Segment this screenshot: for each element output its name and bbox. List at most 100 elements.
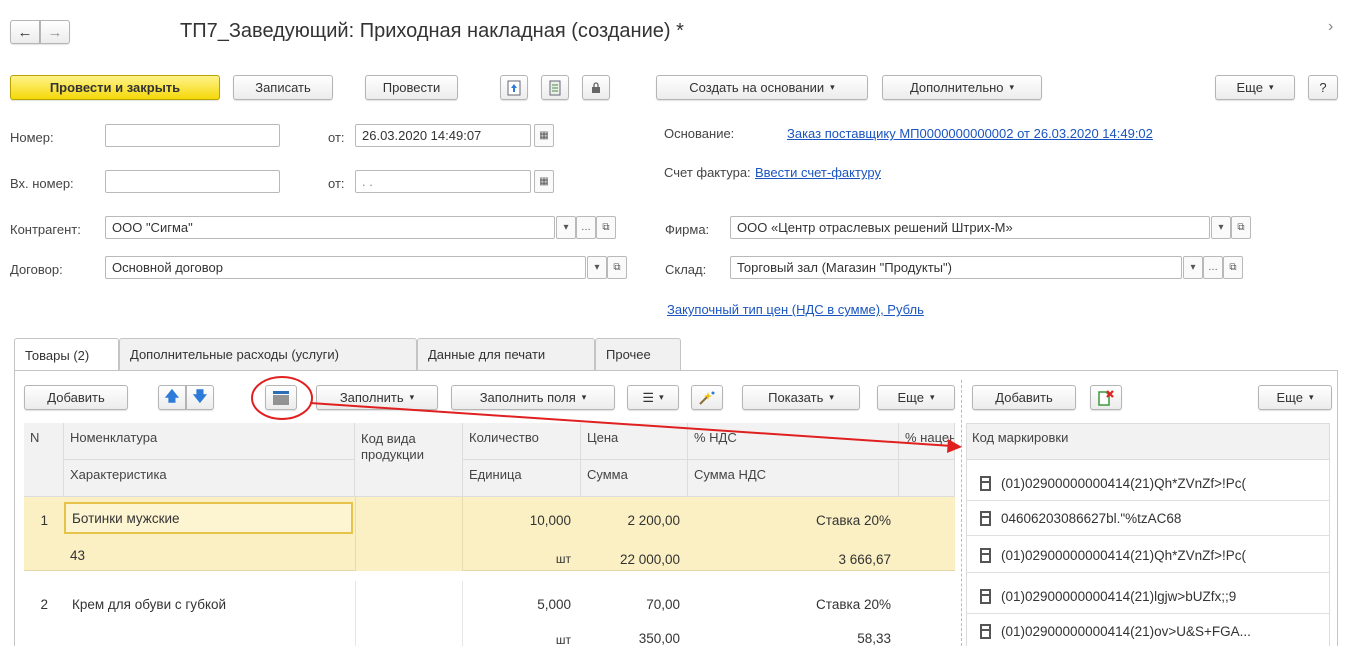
firm-field[interactable]: ООО «Центр отраслевых решений Штрих-М»: [730, 216, 1210, 239]
panel-collapse-icon[interactable]: ›: [1328, 18, 1333, 36]
wizard-button[interactable]: [691, 385, 723, 410]
contract-label: Договор:: [10, 262, 63, 277]
lock-button[interactable]: [582, 75, 610, 100]
goods-more-button[interactable]: Еще ▾: [877, 385, 955, 410]
col-header-markup[interactable]: % наценки: [899, 423, 955, 460]
marking-code-item[interactable]: (01)02900000000414(21)ov>U&S+FGA...: [966, 614, 1330, 646]
clear-marks-button[interactable]: [1090, 385, 1122, 410]
unit-cell[interactable]: шт: [463, 545, 577, 573]
quantity-cell[interactable]: 10,000: [463, 506, 577, 535]
marking-code-text: (01)02900000000414(21)lgjw>bUZfx;;9: [1001, 588, 1237, 604]
contract-open-button[interactable]: ⧉: [607, 256, 627, 279]
price-cell[interactable]: 70,00: [581, 590, 686, 619]
tab-other[interactable]: Прочее: [595, 338, 681, 370]
characteristic-cell[interactable]: 43: [64, 541, 353, 570]
upload-document-button[interactable]: [500, 75, 528, 100]
basis-link[interactable]: Заказ поставщику МП0000000000002 от 26.0…: [787, 126, 1153, 141]
marking-code-item[interactable]: (01)02900000000414(21)lgjw>bUZfx;;9: [966, 579, 1330, 614]
counterparty-dropdown-button[interactable]: ▾: [556, 216, 576, 239]
characteristic-cell[interactable]: [66, 624, 353, 638]
col-header-vat-sum[interactable]: Сумма НДС: [688, 460, 899, 497]
unit-cell[interactable]: шт: [463, 626, 577, 646]
nomenclature-cell[interactable]: Крем для обуви с губкой: [66, 590, 353, 619]
marks-more-button[interactable]: Еще ▾: [1258, 385, 1332, 410]
col-header-kind-code[interactable]: Код вида продукции: [355, 423, 463, 497]
price-cell[interactable]: 2 200,00: [581, 506, 686, 535]
kind-code-cell-1[interactable]: [355, 497, 463, 571]
col-header-quantity[interactable]: Количество: [463, 423, 581, 460]
in-date-field[interactable]: . .: [355, 170, 531, 193]
vat-sum-cell[interactable]: 3 666,67: [688, 545, 897, 574]
help-button[interactable]: ?: [1308, 75, 1338, 100]
fill-button[interactable]: Заполнить ▾: [316, 385, 438, 410]
marking-code-item[interactable]: 04606203086627bl."%tzAC68: [966, 501, 1330, 536]
move-down-button[interactable]: 🡇: [186, 385, 214, 410]
counterparty-open-button[interactable]: ⧉: [596, 216, 616, 239]
counterparty-field[interactable]: ООО "Сигма": [105, 216, 555, 239]
col-header-vat-pct[interactable]: % НДС: [688, 423, 899, 460]
calendar-button[interactable]: ▦: [534, 124, 554, 147]
warehouse-field[interactable]: Торговый зал (Магазин "Продукты"): [730, 256, 1182, 279]
save-button[interactable]: Записать: [233, 75, 333, 100]
sum-cell[interactable]: 350,00: [581, 624, 686, 646]
forward-button[interactable]: →: [40, 20, 70, 44]
col-header-n[interactable]: N: [24, 423, 64, 497]
invoice-link[interactable]: Ввести счет-фактуру: [755, 165, 881, 180]
contract-dropdown-button[interactable]: ▾: [587, 256, 607, 279]
more-button[interactable]: Еще ▾: [1215, 75, 1295, 100]
sum-cell[interactable]: 22 000,00: [581, 545, 686, 574]
chevron-down-icon: ▾: [409, 392, 415, 402]
marking-code-text: 04606203086627bl."%tzAC68: [1001, 510, 1182, 526]
col-header-unit[interactable]: Единица: [463, 460, 581, 497]
post-and-close-button[interactable]: Провести и закрыть: [10, 75, 220, 100]
post-button[interactable]: Провести: [365, 75, 458, 100]
vat-sum-cell[interactable]: 58,33: [688, 624, 897, 646]
show-button[interactable]: Показать ▾: [742, 385, 860, 410]
additional-label: Дополнительно: [909, 80, 1004, 95]
chevron-down-icon: ▾: [829, 392, 834, 402]
marking-code-item[interactable]: (01)02900000000414(21)Qh*ZVnZf>!Pc(: [966, 538, 1330, 573]
marking-code-text: (01)02900000000414(21)Qh*ZVnZf>!Pc(: [1001, 547, 1247, 563]
quantity-cell[interactable]: 5,000: [463, 590, 577, 619]
in-calendar-button[interactable]: ▦: [534, 170, 554, 193]
col-header-price[interactable]: Цена: [581, 423, 688, 460]
price-type-link[interactable]: Закупочный тип цен (НДС в сумме), Рубль: [667, 302, 924, 317]
warehouse-select-button[interactable]: …: [1203, 256, 1223, 279]
fill-fields-button[interactable]: Заполнить поля ▾: [451, 385, 615, 410]
chevron-down-icon: ▾: [929, 392, 935, 402]
tab-goods[interactable]: Товары (2): [14, 338, 119, 371]
contract-field[interactable]: Основной договор: [105, 256, 586, 279]
warehouse-open-button[interactable]: ⧉: [1223, 256, 1243, 279]
counterparty-select-button[interactable]: …: [576, 216, 596, 239]
vat-rate-cell[interactable]: Ставка 20%: [688, 506, 897, 535]
print-list-button[interactable]: [541, 75, 569, 100]
additional-button[interactable]: Дополнительно ▾: [882, 75, 1042, 100]
kind-code-cell-2[interactable]: [355, 581, 463, 646]
firm-dropdown-button[interactable]: ▾: [1211, 216, 1231, 239]
col-header-characteristic[interactable]: Характеристика: [64, 460, 355, 497]
in-number-field[interactable]: [105, 170, 280, 193]
firm-open-button[interactable]: ⧉: [1231, 216, 1251, 239]
add-goods-button[interactable]: Добавить: [24, 385, 128, 410]
arrow-down-icon: 🡇: [192, 387, 208, 404]
add-mark-button[interactable]: Добавить: [972, 385, 1076, 410]
lock-icon: [592, 81, 600, 93]
vat-rate-cell[interactable]: Ставка 20%: [688, 590, 897, 619]
col-header-sum[interactable]: Сумма: [581, 460, 688, 497]
marking-codes-button[interactable]: [265, 385, 297, 410]
tab-additional-expenses[interactable]: Дополнительные расходы (услуги): [119, 338, 417, 370]
panel-splitter[interactable]: [961, 380, 962, 646]
create-based-on-button[interactable]: Создать на основании ▾: [656, 75, 868, 100]
number-field[interactable]: [105, 124, 280, 147]
warehouse-dropdown-button[interactable]: ▾: [1183, 256, 1203, 279]
tab-print-data[interactable]: Данные для печати: [417, 338, 595, 370]
back-button[interactable]: ←: [10, 20, 40, 44]
move-up-button[interactable]: 🡅: [158, 385, 186, 410]
chevron-down-icon: ▾: [581, 392, 587, 402]
marking-code-item[interactable]: (01)02900000000414(21)Qh*ZVnZf>!Pc(: [966, 466, 1330, 501]
nomenclature-cell[interactable]: Ботинки мужские: [64, 502, 353, 534]
col-header-nomenclature[interactable]: Номенклатура: [64, 423, 355, 460]
export-list-button[interactable]: ☰ ▾: [627, 385, 679, 410]
date-field[interactable]: 26.03.2020 14:49:07: [355, 124, 531, 147]
chevron-down-icon: ▾: [1268, 82, 1274, 92]
